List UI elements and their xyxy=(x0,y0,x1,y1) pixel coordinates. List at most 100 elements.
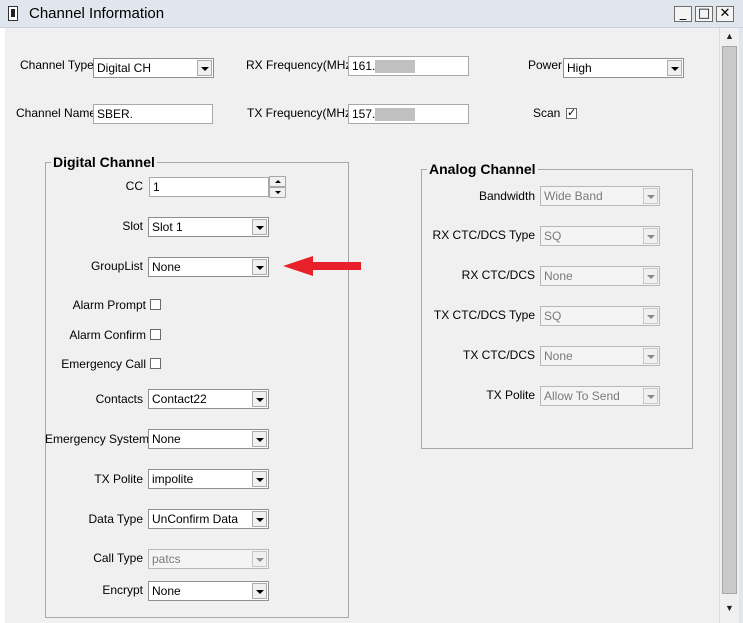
scroll-down-icon[interactable]: ▼ xyxy=(720,600,739,617)
emergency-system-value: None xyxy=(152,432,181,446)
cc-label: CC xyxy=(125,179,143,193)
emergency-system-label: Emergency System xyxy=(45,432,150,446)
encrypt-label: Encrypt xyxy=(102,583,143,597)
analog-tx-polite-value: Allow To Send xyxy=(544,389,620,403)
grouplist-value: None xyxy=(152,260,181,274)
close-button[interactable]: ✕ xyxy=(716,6,734,22)
slot-value: Slot 1 xyxy=(152,220,183,234)
grouplist-label: GroupList xyxy=(90,259,143,273)
rx-frequency-value: 161. xyxy=(352,59,376,73)
radio-icon xyxy=(8,6,18,21)
channel-name-value: SBER. xyxy=(97,107,134,121)
encrypt-select[interactable]: None xyxy=(148,581,269,601)
bandwidth-value: Wide Band xyxy=(544,189,603,203)
chevron-down-icon[interactable] xyxy=(252,583,267,599)
analog-channel-title: Analog Channel xyxy=(427,161,538,177)
digital-tx-polite-value: impolite xyxy=(152,472,194,486)
rx-ctc-type-select: SQ xyxy=(540,226,660,246)
digital-tx-polite-label: TX Polite xyxy=(94,472,143,486)
call-type-select: patcs xyxy=(148,549,269,569)
data-type-select[interactable]: UnConfirm Data xyxy=(148,509,269,529)
power-value: High xyxy=(567,61,592,75)
emergency-call-checkbox[interactable] xyxy=(150,358,161,369)
alarm-prompt-checkbox[interactable] xyxy=(150,299,161,310)
chevron-down-icon[interactable] xyxy=(197,60,212,76)
scan-checkbox[interactable]: ✓ xyxy=(566,106,577,119)
alarm-confirm-label: Alarm Confirm xyxy=(69,328,146,342)
tx-ctc-type-value: SQ xyxy=(544,309,562,323)
power-select[interactable]: High xyxy=(563,58,684,78)
minimize-button[interactable]: _ xyxy=(674,6,692,22)
channel-type-select[interactable]: Digital CH xyxy=(93,58,214,78)
alarm-prompt-label: Alarm Prompt xyxy=(72,298,146,312)
chevron-down-icon[interactable] xyxy=(667,60,682,76)
chevron-down-icon xyxy=(643,188,658,204)
alarm-confirm-checkbox[interactable] xyxy=(150,329,161,340)
rx-ctc-value: None xyxy=(544,269,573,283)
rx-ctc-type-value: SQ xyxy=(544,229,562,243)
chevron-down-icon xyxy=(252,551,267,567)
title-bar: Channel Information _ □ ✕ xyxy=(0,0,743,28)
chevron-down-icon xyxy=(643,388,658,404)
rx-ctc-select: None xyxy=(540,266,660,286)
digital-channel-title: Digital Channel xyxy=(51,154,157,170)
bandwidth-select: Wide Band xyxy=(540,186,660,206)
data-type-value: UnConfirm Data xyxy=(152,512,239,526)
tx-ctc-value: None xyxy=(544,349,573,363)
chevron-down-icon[interactable] xyxy=(252,219,267,235)
redacted-block xyxy=(375,108,415,121)
tx-frequency-label: TX Frequency(MHz) xyxy=(247,106,356,120)
tx-frequency-value: 157. xyxy=(352,107,376,121)
bandwidth-label: Bandwidth xyxy=(478,189,535,203)
chevron-down-icon xyxy=(643,348,658,364)
vertical-scrollbar[interactable]: ▲ ▼ xyxy=(719,28,739,623)
maximize-button[interactable]: □ xyxy=(695,6,713,22)
tx-frequency-input[interactable]: 157. xyxy=(348,104,469,124)
spin-up-icon[interactable] xyxy=(269,176,286,187)
cc-spin-input[interactable]: 1 xyxy=(149,177,269,197)
tx-ctc-type-select: SQ xyxy=(540,306,660,326)
scroll-up-icon[interactable]: ▲ xyxy=(720,28,739,45)
contacts-value: Contact22 xyxy=(152,392,207,406)
slot-select[interactable]: Slot 1 xyxy=(148,217,269,237)
channel-name-label: Channel Name xyxy=(16,106,97,120)
chevron-down-icon[interactable] xyxy=(252,471,267,487)
chevron-down-icon[interactable] xyxy=(252,259,267,275)
data-type-label: Data Type xyxy=(88,512,143,526)
scrollbar-thumb[interactable] xyxy=(722,46,737,594)
emergency-system-select[interactable]: None xyxy=(148,429,269,449)
channel-type-value: Digital CH xyxy=(97,61,152,75)
contacts-label: Contacts xyxy=(95,392,143,406)
rx-ctc-label: RX CTC/DCS xyxy=(461,268,535,282)
red-arrow-icon xyxy=(283,256,361,276)
chevron-down-icon[interactable] xyxy=(252,431,267,447)
grouplist-select[interactable]: None xyxy=(148,257,269,277)
rx-frequency-input[interactable]: 161. xyxy=(348,56,469,76)
tx-ctc-select: None xyxy=(540,346,660,366)
spin-down-icon[interactable] xyxy=(269,187,286,198)
call-type-value: patcs xyxy=(152,552,181,566)
checkmark-icon: ✓ xyxy=(567,106,577,119)
window-title: Channel Information xyxy=(29,5,165,22)
digital-tx-polite-select[interactable]: impolite xyxy=(148,469,269,489)
cc-spinner[interactable] xyxy=(269,176,286,199)
contacts-select[interactable]: Contact22 xyxy=(148,389,269,409)
chevron-down-icon xyxy=(643,268,658,284)
analog-tx-polite-label: TX Polite xyxy=(486,388,535,402)
cc-value: 1 xyxy=(153,180,160,194)
rx-ctc-type-label: RX CTC/DCS Type xyxy=(432,228,535,242)
emergency-call-label: Emergency Call xyxy=(61,357,146,371)
chevron-down-icon[interactable] xyxy=(252,511,267,527)
scan-label: Scan xyxy=(533,106,561,120)
chevron-down-icon xyxy=(643,308,658,324)
analog-tx-polite-select: Allow To Send xyxy=(540,386,660,406)
channel-type-label: Channel Type xyxy=(20,58,94,72)
chevron-down-icon xyxy=(643,228,658,244)
power-label: Power xyxy=(528,58,563,72)
redacted-block xyxy=(375,60,415,73)
tx-ctc-type-label: TX CTC/DCS Type xyxy=(433,308,535,322)
window-border xyxy=(739,28,743,623)
chevron-down-icon[interactable] xyxy=(252,391,267,407)
tx-ctc-label: TX CTC/DCS xyxy=(463,348,535,362)
channel-name-input[interactable]: SBER. xyxy=(93,104,213,124)
